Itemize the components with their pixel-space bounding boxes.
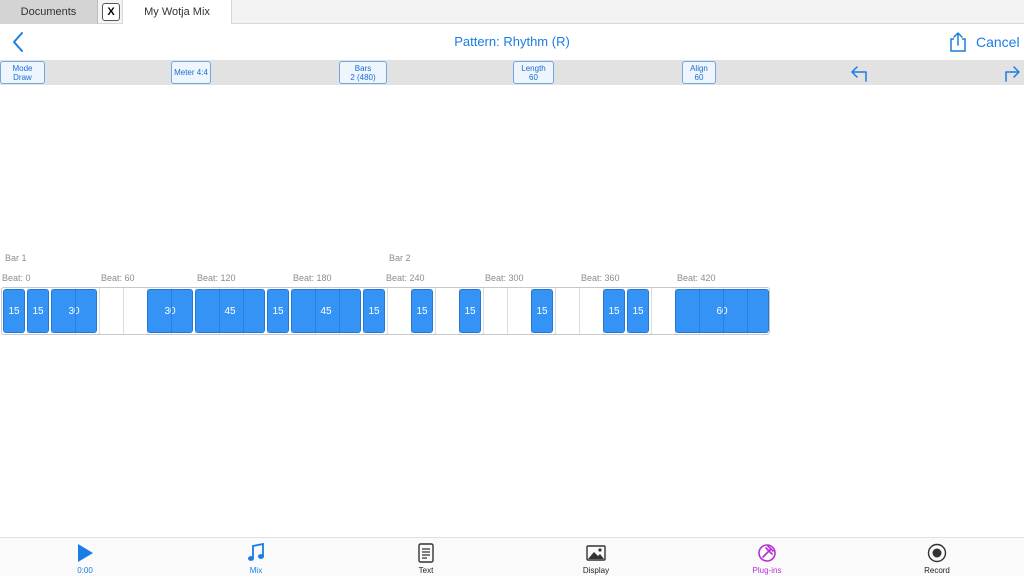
- bars-button[interactable]: Bars 2 (480): [339, 61, 387, 84]
- note-block[interactable]: 15: [603, 289, 625, 333]
- cancel-button[interactable]: Cancel: [976, 24, 1020, 60]
- note-block[interactable]: 15: [3, 289, 25, 333]
- play-time-label: 0:00: [77, 566, 93, 575]
- bar-label-1: Bar 1: [5, 253, 27, 263]
- tab-bar: Documents X My Wotja Mix: [0, 0, 1024, 24]
- beat-label-300: Beat: 300: [485, 273, 524, 283]
- mix-tab-label: Mix: [249, 566, 263, 575]
- chevron-left-icon: [13, 32, 23, 52]
- length-button-title: Length: [521, 63, 546, 73]
- play-button[interactable]: 0:00: [45, 538, 125, 576]
- tab-my-wotja-mix[interactable]: My Wotja Mix: [122, 0, 232, 24]
- note-divider: [75, 289, 76, 333]
- record-button-label: Record: [924, 566, 950, 575]
- note-divider: [339, 289, 340, 333]
- beat-label-60: Beat: 60: [101, 273, 135, 283]
- mode-button-title: Mode: [12, 63, 33, 73]
- align-button[interactable]: Align 60: [682, 61, 716, 84]
- note-block[interactable]: 45: [291, 289, 361, 333]
- length-button[interactable]: Length 60: [513, 61, 554, 84]
- music-note-icon: [248, 542, 264, 561]
- note-block[interactable]: 30: [51, 289, 97, 333]
- beat-label-120: Beat: 120: [197, 273, 236, 283]
- note-divider: [219, 289, 220, 333]
- align-button-value: 60: [694, 72, 704, 82]
- bars-button-value: 2 (480): [350, 72, 376, 82]
- plugin-icon: [758, 544, 776, 562]
- beat-label-360: Beat: 360: [581, 273, 620, 283]
- play-icon: [78, 544, 93, 562]
- page-title: Pattern: Rhythm (R): [454, 34, 570, 49]
- pattern-track[interactable]: [1, 287, 770, 335]
- text-tab-label: Text: [418, 566, 434, 575]
- mode-button-value: Draw: [13, 72, 32, 82]
- note-block[interactable]: 15: [531, 289, 553, 333]
- undo-icon: [851, 66, 867, 82]
- grid-line: [99, 288, 100, 334]
- note-block[interactable]: 15: [459, 289, 481, 333]
- beat-label-0: Beat: 0: [2, 273, 31, 283]
- record-icon: [927, 543, 947, 563]
- image-icon: [586, 545, 606, 561]
- display-tab[interactable]: Display: [556, 538, 636, 576]
- bars-button-title: Bars: [354, 63, 372, 73]
- grid-line: [483, 288, 484, 334]
- grid-line: [123, 288, 124, 334]
- note-divider: [243, 289, 244, 333]
- plugins-tab[interactable]: Plug-ins: [727, 538, 807, 576]
- tab-close-button[interactable]: X: [102, 3, 120, 21]
- record-button[interactable]: Record: [897, 538, 977, 576]
- grid-line: [651, 288, 652, 334]
- bar-label-2: Bar 2: [389, 253, 411, 263]
- share-icon: [950, 32, 966, 52]
- plugins-tab-label: Plug-ins: [752, 566, 782, 575]
- meter-button[interactable]: Meter 4:4: [171, 61, 211, 84]
- document-icon: [418, 543, 434, 563]
- note-block[interactable]: 15: [267, 289, 289, 333]
- app-window: Documents X My Wotja Mix Pattern: Rhythm…: [0, 0, 1024, 576]
- display-tab-label: Display: [582, 566, 610, 575]
- text-tab[interactable]: Text: [386, 538, 466, 576]
- align-button-title: Align: [690, 63, 708, 73]
- beat-label-420: Beat: 420: [677, 273, 716, 283]
- note-block[interactable]: 60: [675, 289, 769, 333]
- note-divider: [315, 289, 316, 333]
- note-block[interactable]: 30: [147, 289, 193, 333]
- redo-icon: [1005, 66, 1020, 82]
- mix-tab[interactable]: Mix: [216, 538, 296, 576]
- beat-label-240: Beat: 240: [386, 273, 425, 283]
- share-button[interactable]: [948, 31, 968, 53]
- grid-line: [507, 288, 508, 334]
- note-block[interactable]: 15: [411, 289, 433, 333]
- note-divider: [723, 289, 724, 333]
- note-divider: [747, 289, 748, 333]
- note-divider: [699, 289, 700, 333]
- note-block[interactable]: 15: [627, 289, 649, 333]
- bottom-toolbar: 0:00 Mix Text Display Plug-ins Record: [0, 537, 1024, 576]
- back-button[interactable]: [8, 30, 30, 54]
- redo-button[interactable]: [1002, 63, 1024, 83]
- length-button-value: 60: [529, 72, 538, 82]
- grid-line: [435, 288, 436, 334]
- beat-label-180: Beat: 180: [293, 273, 332, 283]
- note-block[interactable]: 45: [195, 289, 265, 333]
- note-block[interactable]: 15: [363, 289, 385, 333]
- grid-line: [387, 288, 388, 334]
- note-block[interactable]: 15: [27, 289, 49, 333]
- mode-button[interactable]: Mode Draw: [0, 61, 45, 84]
- undo-button[interactable]: [848, 63, 870, 83]
- tab-documents[interactable]: Documents: [0, 0, 98, 24]
- note-divider: [171, 289, 172, 333]
- pattern-toolbar: Mode Draw Meter 4:4 Bars 2 (480) Length …: [0, 60, 1024, 85]
- grid-line: [579, 288, 580, 334]
- grid-line: [555, 288, 556, 334]
- nav-bar: Pattern: Rhythm (R) Cancel: [0, 24, 1024, 60]
